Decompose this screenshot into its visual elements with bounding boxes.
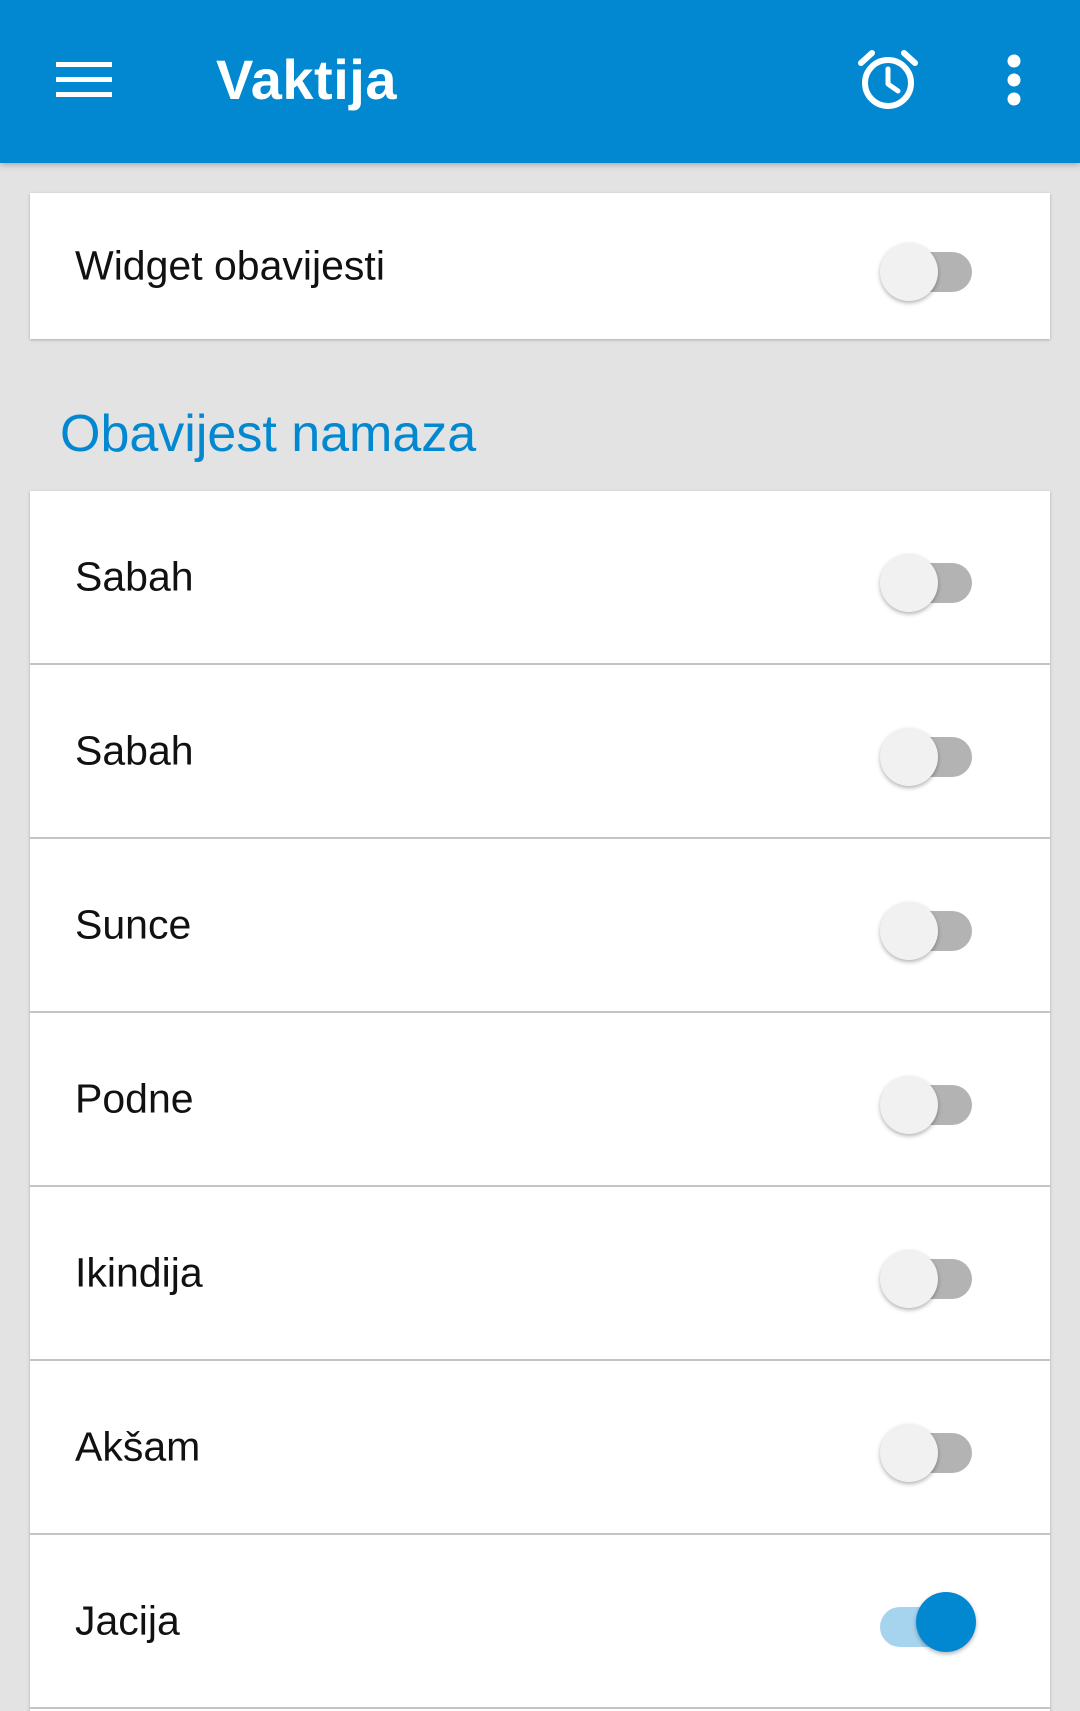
prayer-row-aksam[interactable]: Akšam xyxy=(30,1361,1050,1535)
prayer-row-jacija[interactable]: Jacija xyxy=(30,1535,1050,1709)
prayer-row-sabah-2[interactable]: Sabah xyxy=(30,665,1050,839)
prayer-label: Sunce xyxy=(75,901,192,948)
switch-thumb xyxy=(880,902,938,960)
switch-thumb xyxy=(880,554,938,612)
prayer-switch[interactable] xyxy=(880,716,980,786)
switch-thumb xyxy=(880,1076,938,1134)
switch-thumb xyxy=(880,728,938,786)
prayer-label: Sabah xyxy=(75,727,194,774)
prayer-label: Sabah xyxy=(75,553,194,600)
menu-button[interactable] xyxy=(48,44,120,116)
app-bar: Vaktija xyxy=(0,0,1080,163)
prayer-row-ikindija[interactable]: Ikindija xyxy=(30,1187,1050,1361)
prayer-row-podne[interactable]: Podne xyxy=(30,1013,1050,1187)
prayer-label: Akšam xyxy=(75,1423,201,1470)
prayer-label: Ikindija xyxy=(75,1249,203,1296)
prayer-row-sunce[interactable]: Sunce xyxy=(30,839,1050,1013)
switch-thumb xyxy=(916,1592,976,1652)
app-title: Vaktija xyxy=(216,48,397,111)
section-header-prayer-notifications: Obavijest namaza xyxy=(60,405,477,463)
switch-thumb xyxy=(880,1424,938,1482)
more-options-button[interactable] xyxy=(974,40,1054,120)
switch-thumb xyxy=(880,1250,938,1308)
prayer-switch[interactable] xyxy=(880,1238,980,1308)
alarm-button[interactable] xyxy=(848,40,928,120)
widget-card: Widget obavijesti xyxy=(30,193,1050,339)
prayer-label: Jacija xyxy=(75,1597,180,1644)
widget-notification-label: Widget obavijesti xyxy=(75,242,385,289)
alarm-clock-icon xyxy=(858,50,918,109)
widget-notification-row[interactable]: Widget obavijesti xyxy=(30,193,1050,339)
prayer-switch[interactable] xyxy=(880,1064,980,1134)
prayer-row-sabah-1[interactable]: Sabah xyxy=(30,491,1050,665)
prayer-label: Podne xyxy=(75,1075,194,1122)
prayer-notification-list: Sabah Sabah Sunce Podne Ikindija Akšam J… xyxy=(30,491,1050,1711)
prayer-switch[interactable] xyxy=(880,542,980,612)
more-vert-icon xyxy=(1007,54,1021,106)
switch-thumb xyxy=(880,243,938,301)
prayer-switch[interactable] xyxy=(880,890,980,960)
prayer-switch[interactable] xyxy=(880,1586,980,1656)
hamburger-menu-icon xyxy=(56,62,112,97)
prayer-switch[interactable] xyxy=(880,1412,980,1482)
widget-notification-switch[interactable] xyxy=(880,231,980,301)
